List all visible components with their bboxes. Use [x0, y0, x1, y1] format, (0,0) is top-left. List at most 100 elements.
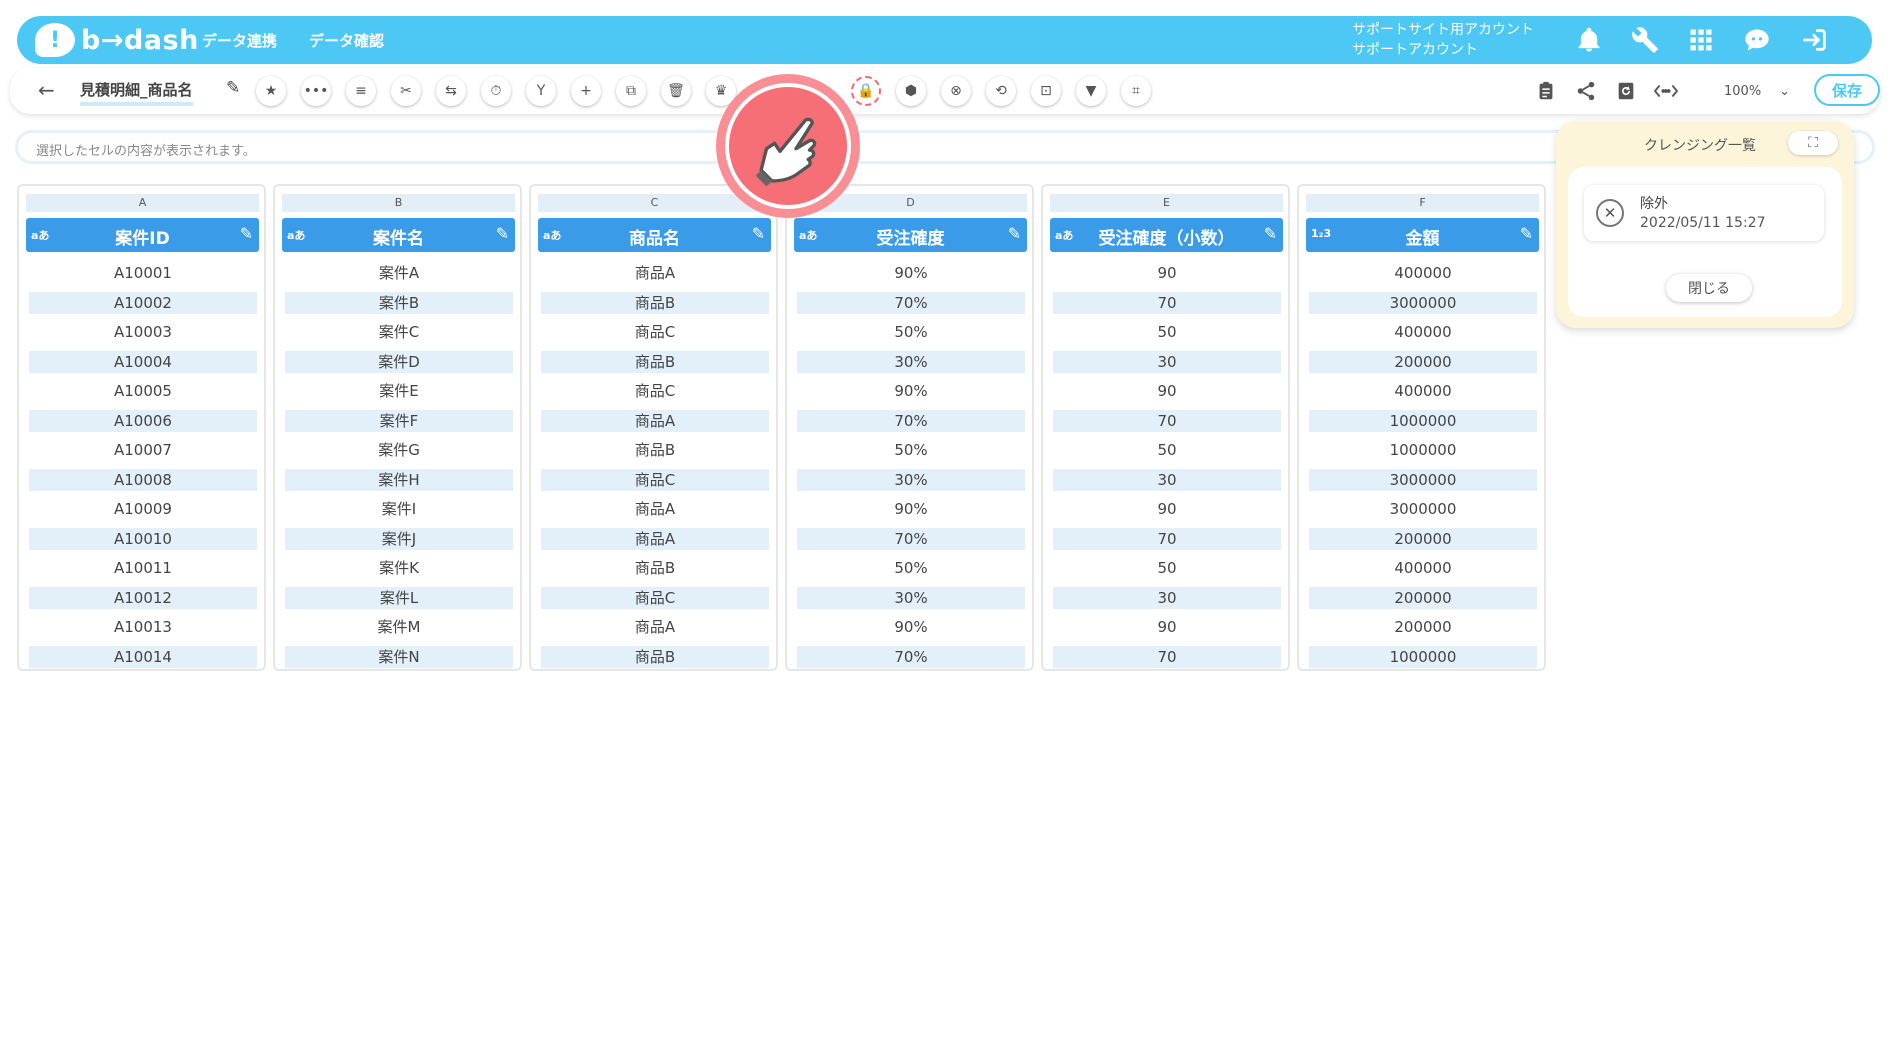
grid-cell[interactable]: 50%	[797, 557, 1025, 579]
edit-column-icon[interactable]: ✎	[752, 224, 765, 243]
column-header[interactable]: aあ 案件名 ✎	[282, 218, 515, 252]
grid-cell[interactable]: 商品A	[541, 498, 769, 520]
grid-cell[interactable]: A10006	[29, 409, 257, 432]
back-arrow-icon[interactable]: ←	[38, 78, 55, 102]
edit-column-icon[interactable]: ✎	[240, 224, 253, 243]
filter-icon[interactable]: ▼	[1076, 76, 1106, 106]
grid-cell[interactable]: A10008	[29, 468, 257, 491]
grid-cell[interactable]: A10009	[29, 498, 257, 520]
account-info[interactable]: サポートサイト用アカウント サポートアカウント	[1352, 20, 1534, 60]
column-letter[interactable]: F	[1306, 194, 1539, 212]
copy-icon[interactable]: ⧉	[616, 76, 646, 106]
grid-cell[interactable]: 200000	[1309, 616, 1537, 638]
share-icon[interactable]	[1571, 76, 1601, 106]
grid-cell[interactable]: A10014	[29, 645, 257, 668]
column-letter[interactable]: E	[1050, 194, 1283, 212]
grid-cell[interactable]: 400000	[1309, 557, 1537, 579]
grid-cell[interactable]: 30%	[797, 586, 1025, 609]
grid-cell[interactable]: 商品A	[541, 262, 769, 284]
grid-cell[interactable]: 1000000	[1309, 409, 1537, 432]
column-header[interactable]: aあ 受注確度 ✎	[794, 218, 1027, 252]
grid-cell[interactable]: 案件L	[285, 586, 513, 609]
grid-cell[interactable]: 90%	[797, 262, 1025, 284]
close-button[interactable]: 閉じる	[1666, 274, 1752, 302]
grid-cell[interactable]: 30	[1053, 468, 1281, 491]
column-header[interactable]: aあ 案件ID ✎	[26, 218, 259, 252]
grid-cell[interactable]: 30	[1053, 586, 1281, 609]
column-header[interactable]: aあ 受注確度（小数） ✎	[1050, 218, 1283, 252]
cleansing-item[interactable]: ✕ 除外 2022/05/11 15:27	[1584, 185, 1824, 241]
grid-cell[interactable]: 案件G	[285, 439, 513, 461]
grid-cell[interactable]: 200000	[1309, 350, 1537, 373]
edit-column-icon[interactable]: ✎	[1264, 224, 1277, 243]
grid-cell[interactable]: 70	[1053, 409, 1281, 432]
grid-icon[interactable]: ⌗	[1121, 76, 1151, 106]
grid-cell[interactable]: 50%	[797, 321, 1025, 343]
grid-cell[interactable]: A10011	[29, 557, 257, 579]
column-letter[interactable]: B	[282, 194, 515, 212]
grid-cell[interactable]: 70%	[797, 291, 1025, 314]
edit-column-icon[interactable]: ✎	[496, 224, 509, 243]
add-icon[interactable]: +	[571, 76, 601, 106]
grid-cell[interactable]: A10002	[29, 291, 257, 314]
grid-cell[interactable]: 90%	[797, 498, 1025, 520]
grid-cell[interactable]: 50%	[797, 439, 1025, 461]
grid-cell[interactable]: 70	[1053, 291, 1281, 314]
favorite-icon[interactable]: ★	[256, 76, 286, 106]
grid-cell[interactable]: 商品A	[541, 527, 769, 550]
grid-cell[interactable]: A10001	[29, 262, 257, 284]
list-icon[interactable]: ≡	[346, 76, 376, 106]
more-icon[interactable]: •••	[301, 76, 331, 106]
code-icon[interactable]	[1651, 76, 1681, 106]
grid-cell[interactable]: 90	[1053, 380, 1281, 402]
grid-cell[interactable]: 案件J	[285, 527, 513, 550]
grid-cell[interactable]: 30	[1053, 350, 1281, 373]
grid-cell[interactable]: 案件N	[285, 645, 513, 668]
grid-cell[interactable]: 案件A	[285, 262, 513, 284]
grid-cell[interactable]: 商品C	[541, 321, 769, 343]
grid-cell[interactable]: 50	[1053, 439, 1281, 461]
grid-cell[interactable]: 案件I	[285, 498, 513, 520]
grid-cell[interactable]: 50	[1053, 321, 1281, 343]
grid-cell[interactable]: 1000000	[1309, 645, 1537, 668]
edit-column-icon[interactable]: ✎	[1008, 224, 1021, 243]
clipboard-icon[interactable]	[1531, 76, 1561, 106]
grid-cell[interactable]: 商品B	[541, 350, 769, 373]
grid-cell[interactable]: 70%	[797, 527, 1025, 550]
grid-cell[interactable]: 商品B	[541, 291, 769, 314]
bdash-logo[interactable]: ! b→dash	[35, 22, 199, 58]
grid-cell[interactable]: 案件H	[285, 468, 513, 491]
grid-cell[interactable]: 案件M	[285, 616, 513, 638]
grid-cell[interactable]: 400000	[1309, 380, 1537, 402]
cut-icon[interactable]: ✂	[391, 76, 421, 106]
grid-cell[interactable]: 70	[1053, 645, 1281, 668]
grid-cell[interactable]: 90%	[797, 616, 1025, 638]
grid-cell[interactable]: 50	[1053, 557, 1281, 579]
grid-cell[interactable]: 200000	[1309, 586, 1537, 609]
grid-cell[interactable]: 商品C	[541, 586, 769, 609]
logout-icon[interactable]	[1799, 24, 1831, 56]
grid-cell[interactable]: 商品B	[541, 645, 769, 668]
wrench-icon[interactable]	[1629, 24, 1661, 56]
grid-cell[interactable]: 90	[1053, 262, 1281, 284]
grid-cell[interactable]: 30%	[797, 468, 1025, 491]
column-letter[interactable]: A	[26, 194, 259, 212]
lock-icon[interactable]: 🔒	[851, 76, 881, 106]
delete-icon[interactable]: 🗑	[661, 76, 691, 106]
grid-cell[interactable]: 70%	[797, 645, 1025, 668]
grid-cell[interactable]: 3000000	[1309, 291, 1537, 314]
grid-cell[interactable]: 1000000	[1309, 439, 1537, 461]
grid-cell[interactable]: 案件F	[285, 409, 513, 432]
edit-title-icon[interactable]: ✎	[226, 78, 240, 98]
nav-data-check[interactable]: データ確認	[309, 30, 384, 51]
nav-data-integration[interactable]: データ連携	[202, 30, 277, 51]
grid-cell[interactable]: 400000	[1309, 262, 1537, 284]
refresh-icon[interactable]	[1611, 76, 1641, 106]
apps-grid-icon[interactable]	[1685, 24, 1717, 56]
column-header[interactable]: 1₂3 金額 ✎	[1306, 218, 1539, 252]
swap-icon[interactable]: ⇆	[436, 76, 466, 106]
grid-cell[interactable]: 案件E	[285, 380, 513, 402]
grid-cell[interactable]: 案件B	[285, 291, 513, 314]
grid-cell[interactable]: 400000	[1309, 321, 1537, 343]
cube-icon[interactable]: ⬢	[896, 76, 926, 106]
